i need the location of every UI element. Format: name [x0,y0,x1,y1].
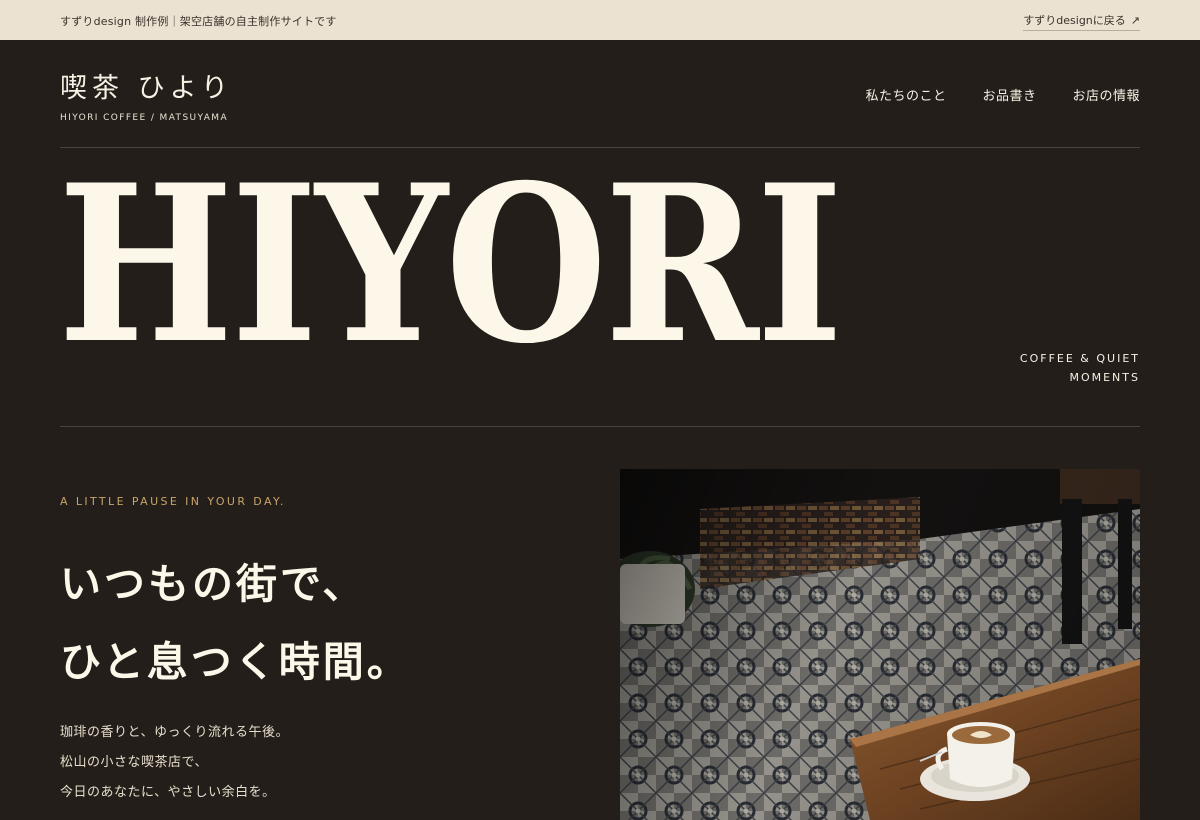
brand-subtitle: HIYORI COFFEE / MATSUYAMA [60,113,229,123]
notice-text: すずりdesign 制作例｜架空店舗の自主制作サイトです [60,15,337,28]
intro-body: 珈琲の香りと、ゆっくり流れる午後。 松山の小さな喫茶店で、 今日のあなたに、やさ… [60,718,289,808]
tagline-line-2: MOMENTS [1069,371,1140,384]
back-to-suzuri-link[interactable]: すずりdesignに戻る ↗ [1023,12,1140,31]
headline-line-1: いつもの街で、 [60,560,367,608]
tagline-line-1: COFFEE & QUIET [1019,352,1140,365]
hero-divider [60,426,1140,427]
body-line-3: 今日のあなたに、やさしい余白を。 [60,785,276,800]
intro-kicker: A LITTLE PAUSE IN YOUR DAY. [60,495,286,508]
hero-wordmark: HIYORI [58,137,843,391]
headline-line-2: ひと息つく時間。 [60,638,411,686]
nav-item-about[interactable]: 私たちのこと [865,85,946,104]
main-nav: 私たちのこと お品書き お店の情報 [865,85,1140,104]
body-line-1: 珈琲の香りと、ゆっくり流れる午後。 [60,725,289,740]
top-notice-bar: すずりdesign 制作例｜架空店舗の自主制作サイトです すずりdesignに戻… [0,0,1200,40]
arrow-up-right-icon: ↗ [1130,14,1140,27]
nav-item-menu[interactable]: お品書き [982,85,1036,104]
brand-logo-jp[interactable]: 喫茶 ひより [60,66,233,105]
nav-item-info[interactable]: お店の情報 [1072,85,1140,104]
intro-headline: いつもの街で、 ひと息つく時間。 [60,545,411,701]
cafe-photo [620,469,1140,820]
body-line-2: 松山の小さな喫茶店で、 [60,755,208,770]
hero-tagline: COFFEE & QUIET MOMENTS [1020,349,1140,387]
back-link-label: すずりdesignに戻る [1023,14,1126,27]
